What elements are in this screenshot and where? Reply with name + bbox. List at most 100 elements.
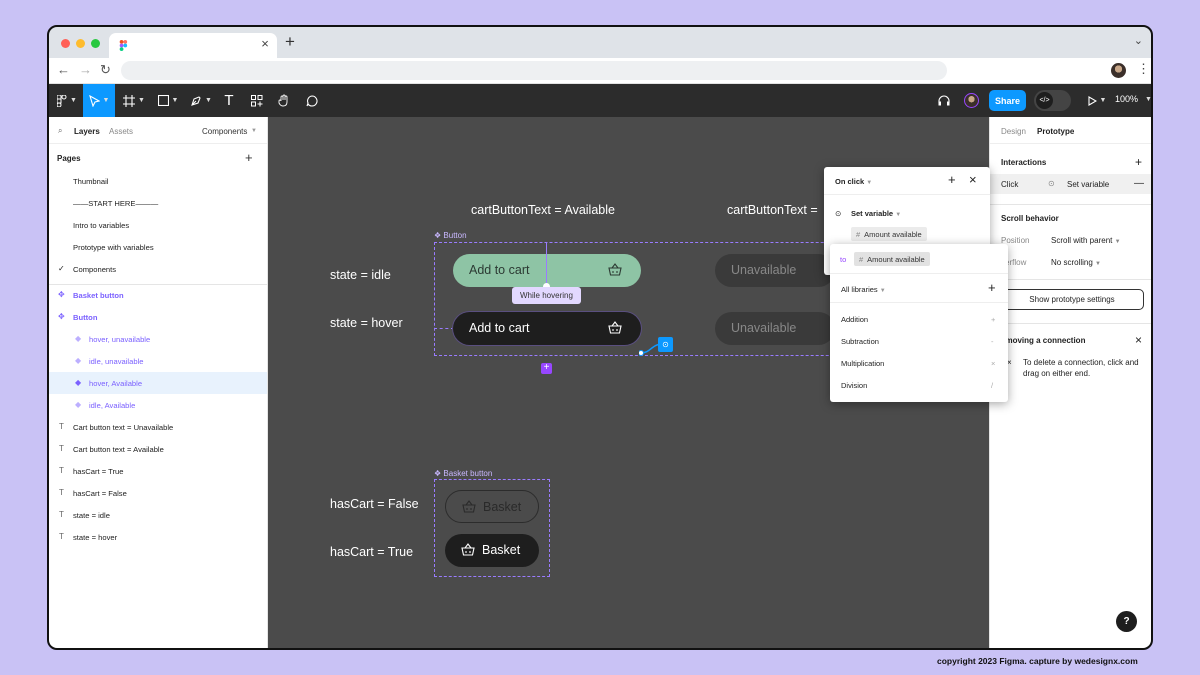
layer-item[interactable]: ✥ Basket button [49,284,267,306]
expression-input[interactable]: # Amount available [854,252,930,266]
close-popup-icon[interactable]: × [969,172,977,187]
add-to-cart-hover-available[interactable]: Add to cart [453,312,641,345]
page-item[interactable]: Intro to variables [49,214,267,236]
button-component-tag[interactable]: ❖ Button [434,231,467,240]
comment-tool-button[interactable] [303,84,321,117]
remove-interaction-icon[interactable]: — [1134,178,1144,189]
zoom-chevron-icon[interactable]: ▼ [1145,96,1151,103]
audio-button[interactable] [935,84,953,117]
text-tool-button[interactable]: T [220,84,238,117]
variable-label-unavailable: cartButtonText = [727,203,818,217]
forward-arrow-icon[interactable]: → [79,62,92,77]
address-input[interactable] [121,61,947,80]
reload-icon[interactable]: ↻ [100,62,111,78]
page-item-current[interactable]: ✓ Components [49,258,267,280]
trigger-select[interactable]: On click ▼ [835,177,872,186]
layer-item[interactable]: ThasCart = True [49,460,267,482]
tab-assets[interactable]: Assets [109,127,133,136]
resources-button[interactable] [248,84,266,117]
operation-addition[interactable]: Addition + [830,308,1008,330]
new-tab-button[interactable]: + [285,32,295,52]
layer-item[interactable]: Tstate = idle [49,504,267,526]
layer-item-selected[interactable]: ◆ hover, Available [49,372,267,394]
basket-button-empty[interactable]: Basket [445,490,539,523]
create-variable-icon[interactable]: + [988,280,996,295]
close-tab-icon[interactable]: × [257,36,273,51]
hand-tool-button[interactable] [275,84,293,117]
layer-label: hasCart = False [73,489,127,498]
help-button[interactable]: ? [1116,611,1137,632]
page-item[interactable]: Prototype with variables [49,236,267,258]
add-interaction-icon[interactable]: + [1135,155,1142,169]
layer-item[interactable]: ✥ Button [49,306,267,328]
share-button[interactable]: Share [989,90,1026,111]
layer-item[interactable]: ◆ idle, unavailable [49,350,267,372]
basket-component-tag[interactable]: ❖ Basket button [434,469,492,478]
shape-tool-button[interactable]: ▼ [155,84,181,117]
tab-prototype[interactable]: Prototype [1037,127,1074,136]
layer-item[interactable]: Tstate = hover [49,526,267,548]
collaborator-avatar[interactable] [962,84,980,117]
main-menu-button[interactable]: ▼ [53,84,81,117]
layer-item[interactable]: T Cart button text = Available [49,438,267,460]
tab-layers[interactable]: Layers [74,127,100,136]
text-layer-icon: T [59,466,64,475]
check-icon: ✓ [58,264,65,273]
hascart-false-label: hasCart = False [330,497,419,511]
set-variable-icon: ⊙ [1048,179,1055,188]
tab-list-chevron-icon[interactable]: ⌄ [1134,34,1143,47]
right-panel-tabs: Design Prototype [990,117,1151,144]
back-arrow-icon[interactable]: ← [57,62,70,77]
dev-mode-toggle[interactable]: </> [1034,90,1071,111]
add-variant-icon[interactable]: + [541,363,552,374]
play-icon [1087,95,1097,106]
move-tool-button[interactable]: ▼ [83,84,115,117]
interaction-row[interactable]: Click ⊙ Set variable — [990,174,1151,194]
operation-subtraction[interactable]: Subtraction - [830,330,1008,352]
layer-item[interactable]: ThasCart = False [49,482,267,504]
layer-label: hover, unavailable [89,335,151,344]
maximize-window-button[interactable] [91,39,100,48]
close-window-button[interactable] [61,39,70,48]
layer-item[interactable]: ◆ hover, unavailable [49,328,267,350]
operation-division[interactable]: Division / [830,374,1008,396]
close-tip-icon[interactable]: × [1135,333,1142,347]
basket-button-filled[interactable]: Basket [445,534,539,567]
layer-item[interactable]: ◆ idle, Available [49,394,267,416]
unavailable-hover-button[interactable]: Unavailable [715,312,835,345]
panel-divider [990,204,1151,205]
zoom-level[interactable]: 100% [1115,94,1138,104]
pen-tool-button[interactable]: ▼ [188,84,214,117]
hascart-true-label: hasCart = True [330,545,414,559]
button-label: Add to cart [469,321,530,335]
browser-tab[interactable]: × [109,33,277,58]
overflow-select[interactable]: No scrolling ▼ [1051,258,1101,267]
components-chevron-icon[interactable]: ▼ [251,128,257,134]
operation-label: Subtraction [841,337,879,346]
app-window: × + ⌄ ← → ↻ ⋮ ▼ ▼ ▼ ▼ ▼ T Share </> ▼ 10… [47,25,1153,650]
show-prototype-settings-button[interactable]: Show prototype settings [1000,289,1144,310]
library-select[interactable]: All libraries ▼ [841,285,886,294]
layer-label: Cart button text = Available [73,445,164,454]
page-components-dropdown[interactable]: Components [202,127,247,136]
popup-divider [830,302,1008,303]
set-variable-node-icon[interactable]: ⊙ [658,337,673,352]
action-select[interactable]: Set variable ▼ [851,209,901,218]
frame-tool-button[interactable]: ▼ [121,84,147,117]
search-layers-icon[interactable]: ⌕ [58,126,62,136]
position-select[interactable]: Scroll with parent ▼ [1051,236,1121,245]
browser-menu-icon[interactable]: ⋮ [1137,61,1150,77]
page-item[interactable]: ——START HERE——— [49,192,267,214]
variable-chip[interactable]: # Amount available [851,227,927,241]
layer-item[interactable]: T Cart button text = Unavailable [49,416,267,438]
unavailable-idle-button[interactable]: Unavailable [715,254,835,287]
present-button[interactable]: ▼ [1087,84,1107,117]
add-action-icon[interactable]: + [948,172,956,187]
page-item[interactable]: Thumbnail [49,170,267,192]
operation-multiplication[interactable]: Multiplication × [830,352,1008,374]
popup-divider [824,194,990,195]
tab-design[interactable]: Design [1001,127,1026,136]
add-page-icon[interactable]: + [245,150,253,165]
profile-avatar[interactable] [1111,63,1126,78]
minimize-window-button[interactable] [76,39,85,48]
